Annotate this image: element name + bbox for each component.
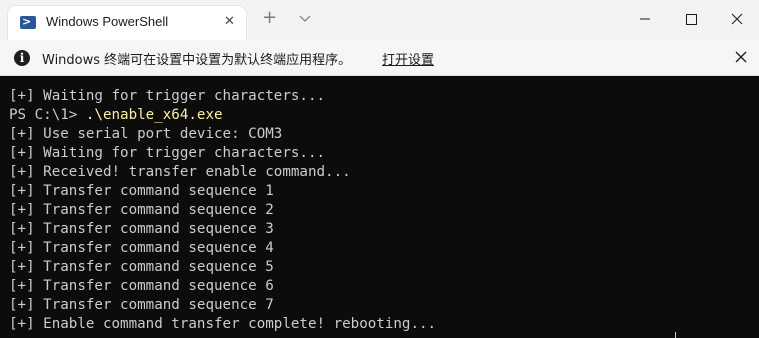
terminal-line: [+] Transfer command sequence 7 — [9, 297, 274, 313]
powershell-icon: > — [20, 15, 36, 29]
terminal-line: [+] Transfer command sequence 1 — [9, 183, 274, 199]
prompt-command: .\enable_x64.exe — [85, 107, 223, 123]
terminal-line: [+] Transfer command sequence 5 — [9, 259, 274, 275]
info-icon: i — [14, 50, 30, 66]
terminal-line: [+] Enable command transfer complete! re… — [9, 316, 437, 332]
title-bar: > Windows PowerShell ✕ + — [0, 0, 759, 40]
terminal-prompt-line: PS C:\1> .\enable_x64.exe — [9, 106, 223, 125]
chevron-down-icon[interactable] — [297, 10, 313, 26]
terminal-line: [+] Transfer command sequence 4 — [9, 240, 274, 256]
terminal-line: [+] Transfer command sequence 3 — [9, 221, 274, 237]
open-settings-link[interactable]: 打开设置 — [382, 49, 434, 68]
info-message: Windows 终端可在设置中设置为默认终端应用程序。 — [42, 53, 352, 68]
terminal-line: [+] Transfer command sequence 2 — [9, 202, 274, 218]
minimize-button[interactable] — [622, 0, 668, 38]
terminal-line: [+] Received! transfer enable command... — [9, 164, 351, 180]
text-cursor — [675, 332, 676, 338]
terminal-line: [+] Use serial port device: COM3 — [9, 126, 283, 142]
info-bar: i Windows 终端可在设置中设置为默认终端应用程序。 打开设置 — [0, 40, 759, 76]
new-tab-button[interactable]: + — [262, 8, 277, 28]
tab-title: Windows PowerShell — [46, 14, 169, 29]
maximize-button[interactable] — [668, 0, 714, 38]
terminal-line: [+] Waiting for trigger characters... — [9, 145, 326, 161]
close-icon[interactable] — [733, 49, 749, 65]
terminal-line: [+] Transfer command sequence 6 — [9, 278, 274, 294]
close-window-button[interactable] — [714, 0, 759, 38]
terminal-output[interactable]: [+] Waiting for trigger characters... PS… — [0, 76, 759, 338]
tab-close-button[interactable]: ✕ — [224, 14, 235, 29]
terminal-line: [+] Waiting for trigger characters... — [9, 88, 326, 104]
tab-powershell[interactable]: > Windows PowerShell ✕ — [8, 6, 246, 40]
prompt: PS C:\1> — [9, 107, 86, 123]
